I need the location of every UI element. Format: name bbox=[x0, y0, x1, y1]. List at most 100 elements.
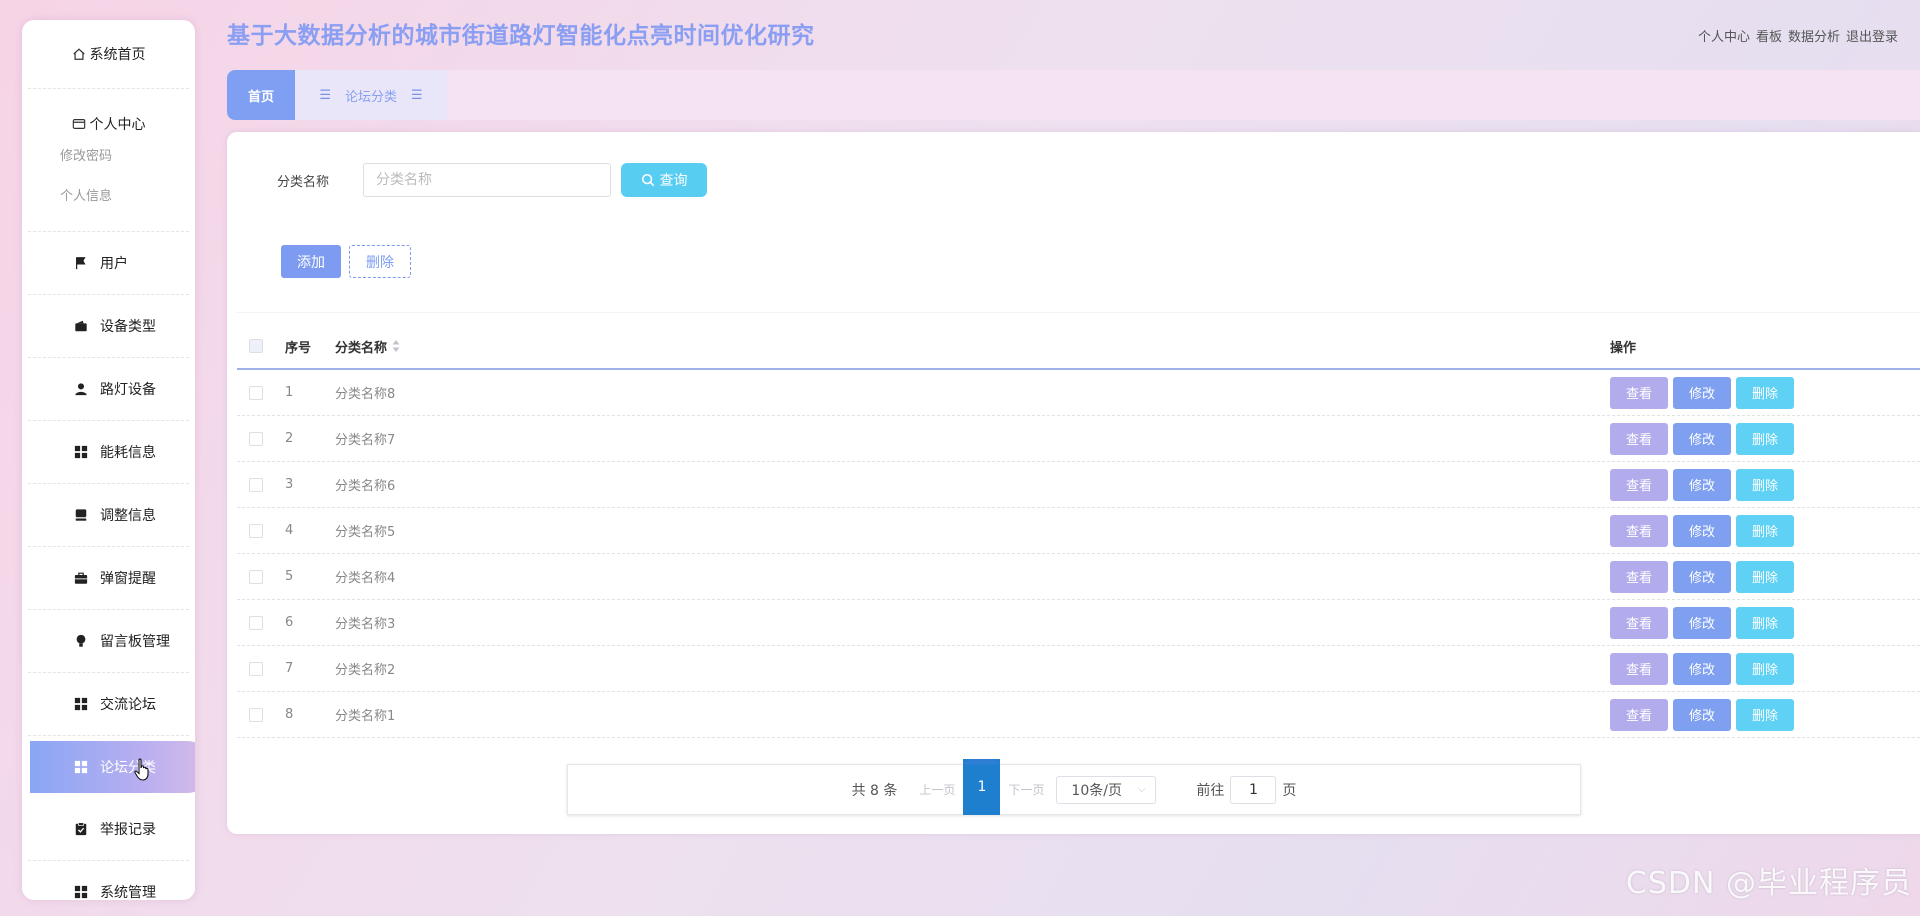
grid-icon bbox=[74, 697, 88, 711]
sidebar-item-label: 系统管理 bbox=[100, 885, 156, 900]
row-actions: 查看 修改 删除 bbox=[1610, 698, 1920, 731]
table-row: 3 分类名称6 查看 修改 删除 bbox=[237, 462, 1920, 508]
row-actions: 查看 修改 删除 bbox=[1610, 560, 1920, 593]
row-checkbox[interactable] bbox=[249, 615, 263, 630]
edit-button[interactable]: 修改 bbox=[1673, 514, 1731, 547]
view-button[interactable]: 查看 bbox=[1610, 514, 1668, 547]
sidebar-item-change-password[interactable]: 修改密码 bbox=[28, 137, 189, 177]
row-actions: 查看 修改 删除 bbox=[1610, 468, 1920, 501]
watermark: CSDN @毕业程序员 bbox=[1625, 866, 1912, 901]
briefcase-icon bbox=[74, 571, 88, 585]
tab-forum-categories[interactable]: ☰ 论坛分类 ☰ bbox=[295, 70, 447, 120]
table-row: 8 分类名称1 查看 修改 删除 bbox=[237, 692, 1920, 738]
edit-button[interactable]: 修改 bbox=[1673, 698, 1731, 731]
link-data-analysis[interactable]: 数据分析 bbox=[1788, 26, 1840, 45]
page-size-value: 10条/页 bbox=[1071, 782, 1122, 799]
row-checkbox[interactable] bbox=[249, 569, 263, 584]
sidebar-item-message-board[interactable]: 留言板管理 bbox=[28, 610, 189, 673]
delete-button[interactable]: 删除 bbox=[1736, 514, 1794, 547]
col-header-no: 序号 bbox=[285, 340, 312, 356]
sidebar-group-personal: 个人中心 修改密码 个人信息 bbox=[28, 89, 189, 232]
tray-icon bbox=[74, 508, 88, 522]
view-button[interactable]: 查看 bbox=[1610, 560, 1668, 593]
sidebar-item-device-types[interactable]: 设备类型 bbox=[28, 295, 189, 358]
table-header: 序号 分类名称 操作 bbox=[237, 324, 1920, 370]
link-personal-center[interactable]: 个人中心 bbox=[1698, 26, 1750, 45]
delete-button[interactable]: 删除 bbox=[1736, 606, 1794, 639]
tab-home[interactable]: 首页 bbox=[227, 70, 295, 120]
sidebar-item-users[interactable]: 用户 bbox=[28, 232, 189, 295]
edit-button[interactable]: 修改 bbox=[1673, 652, 1731, 685]
menu-icon: ☰ bbox=[319, 87, 331, 103]
goto-page-input[interactable] bbox=[1230, 775, 1277, 804]
delete-button[interactable]: 删除 bbox=[1736, 422, 1794, 455]
sort-icon[interactable] bbox=[391, 339, 401, 353]
sidebar-item-personal-info[interactable]: 个人信息 bbox=[28, 177, 189, 217]
sidebar-item-forum-categories[interactable]: 论坛分类 bbox=[30, 741, 195, 793]
tabs-bar: 首页 ☰ 论坛分类 ☰ bbox=[227, 70, 1920, 120]
sidebar-item-forum[interactable]: 交流论坛 bbox=[28, 673, 189, 736]
view-button[interactable]: 查看 bbox=[1610, 468, 1668, 501]
view-button[interactable]: 查看 bbox=[1610, 698, 1668, 731]
row-checkbox[interactable] bbox=[249, 661, 263, 676]
cell-name: 分类名称6 bbox=[335, 479, 396, 494]
sidebar-item-home[interactable]: 系统首页 bbox=[28, 20, 189, 88]
edit-button[interactable]: 修改 bbox=[1673, 606, 1731, 639]
sidebar-item-label: 用户 bbox=[100, 256, 128, 272]
row-checkbox[interactable] bbox=[249, 523, 263, 538]
edit-button[interactable]: 修改 bbox=[1673, 468, 1731, 501]
bulb-icon bbox=[74, 634, 88, 648]
sidebar-group-home: 系统首页 bbox=[28, 20, 189, 89]
view-button[interactable]: 查看 bbox=[1610, 652, 1668, 685]
sidebar-item-personal[interactable]: 个人中心 bbox=[28, 89, 189, 137]
sidebar-item-energy[interactable]: 能耗信息 bbox=[28, 421, 189, 484]
sidebar-item-system[interactable]: 系统管理 bbox=[28, 861, 189, 900]
table-row: 1 分类名称8 查看 修改 删除 bbox=[237, 370, 1920, 416]
delete-button[interactable]: 删除 bbox=[1736, 468, 1794, 501]
goto-suffix: 页 bbox=[1282, 782, 1297, 799]
delete-button[interactable]: 删除 bbox=[1736, 560, 1794, 593]
grid-icon bbox=[74, 760, 88, 774]
cell-name: 分类名称7 bbox=[335, 433, 396, 448]
col-header-name-label: 分类名称 bbox=[335, 340, 388, 356]
edit-button[interactable]: 修改 bbox=[1673, 376, 1731, 409]
row-actions: 查看 修改 删除 bbox=[1610, 514, 1920, 547]
view-button[interactable]: 查看 bbox=[1610, 422, 1668, 455]
link-dashboard[interactable]: 看板 bbox=[1756, 26, 1782, 45]
page-size-select[interactable]: 10条/页 ⌵ bbox=[1056, 775, 1157, 804]
row-checkbox[interactable] bbox=[249, 385, 263, 400]
sidebar-item-reports[interactable]: 举报记录 bbox=[28, 798, 189, 861]
search-input[interactable] bbox=[363, 163, 611, 197]
sidebar-item-popup-reminders[interactable]: 弹窗提醒 bbox=[28, 547, 189, 610]
query-button[interactable]: 查询 bbox=[621, 163, 707, 197]
pagination: 共 8 条 上一页 1 下一页 10条/页 ⌵ 前往 页 bbox=[567, 758, 1581, 815]
action-bar: 添加 删除 bbox=[281, 245, 411, 278]
delete-button[interactable]: 删除 bbox=[1736, 376, 1794, 409]
cell-name: 分类名称2 bbox=[335, 663, 396, 678]
sidebar-item-adjustments[interactable]: 调整信息 bbox=[28, 484, 189, 547]
delete-button[interactable]: 删除 bbox=[1736, 698, 1794, 731]
sidebar-item-street-lights[interactable]: 路灯设备 bbox=[28, 358, 189, 421]
row-checkbox[interactable] bbox=[249, 477, 263, 492]
sidebar-item-label: 路灯设备 bbox=[100, 382, 156, 398]
view-button[interactable]: 查看 bbox=[1610, 376, 1668, 409]
link-logout[interactable]: 退出登录 bbox=[1846, 26, 1898, 45]
batch-delete-button[interactable]: 删除 bbox=[349, 245, 411, 278]
row-checkbox[interactable] bbox=[249, 431, 263, 446]
select-all-checkbox[interactable] bbox=[249, 339, 263, 353]
page-number-current[interactable]: 1 bbox=[963, 758, 1001, 815]
col-header-name[interactable]: 分类名称 bbox=[335, 337, 1610, 356]
add-button[interactable]: 添加 bbox=[281, 245, 341, 278]
clipboard-icon bbox=[74, 822, 88, 836]
search-icon bbox=[641, 173, 654, 187]
row-checkbox[interactable] bbox=[249, 707, 263, 722]
sidebar: 系统首页 个人中心 修改密码 个人信息 用户 设备类型 路灯设备 能耗信息 调整… bbox=[22, 20, 195, 900]
edit-button[interactable]: 修改 bbox=[1673, 422, 1731, 455]
view-button[interactable]: 查看 bbox=[1610, 606, 1668, 639]
edit-button[interactable]: 修改 bbox=[1673, 560, 1731, 593]
prev-page-button[interactable]: 上一页 bbox=[919, 781, 955, 798]
delete-button[interactable]: 删除 bbox=[1736, 652, 1794, 685]
sidebar-item-label: 弹窗提醒 bbox=[100, 571, 156, 587]
grid-icon bbox=[74, 885, 88, 899]
next-page-button[interactable]: 下一页 bbox=[1008, 781, 1044, 798]
